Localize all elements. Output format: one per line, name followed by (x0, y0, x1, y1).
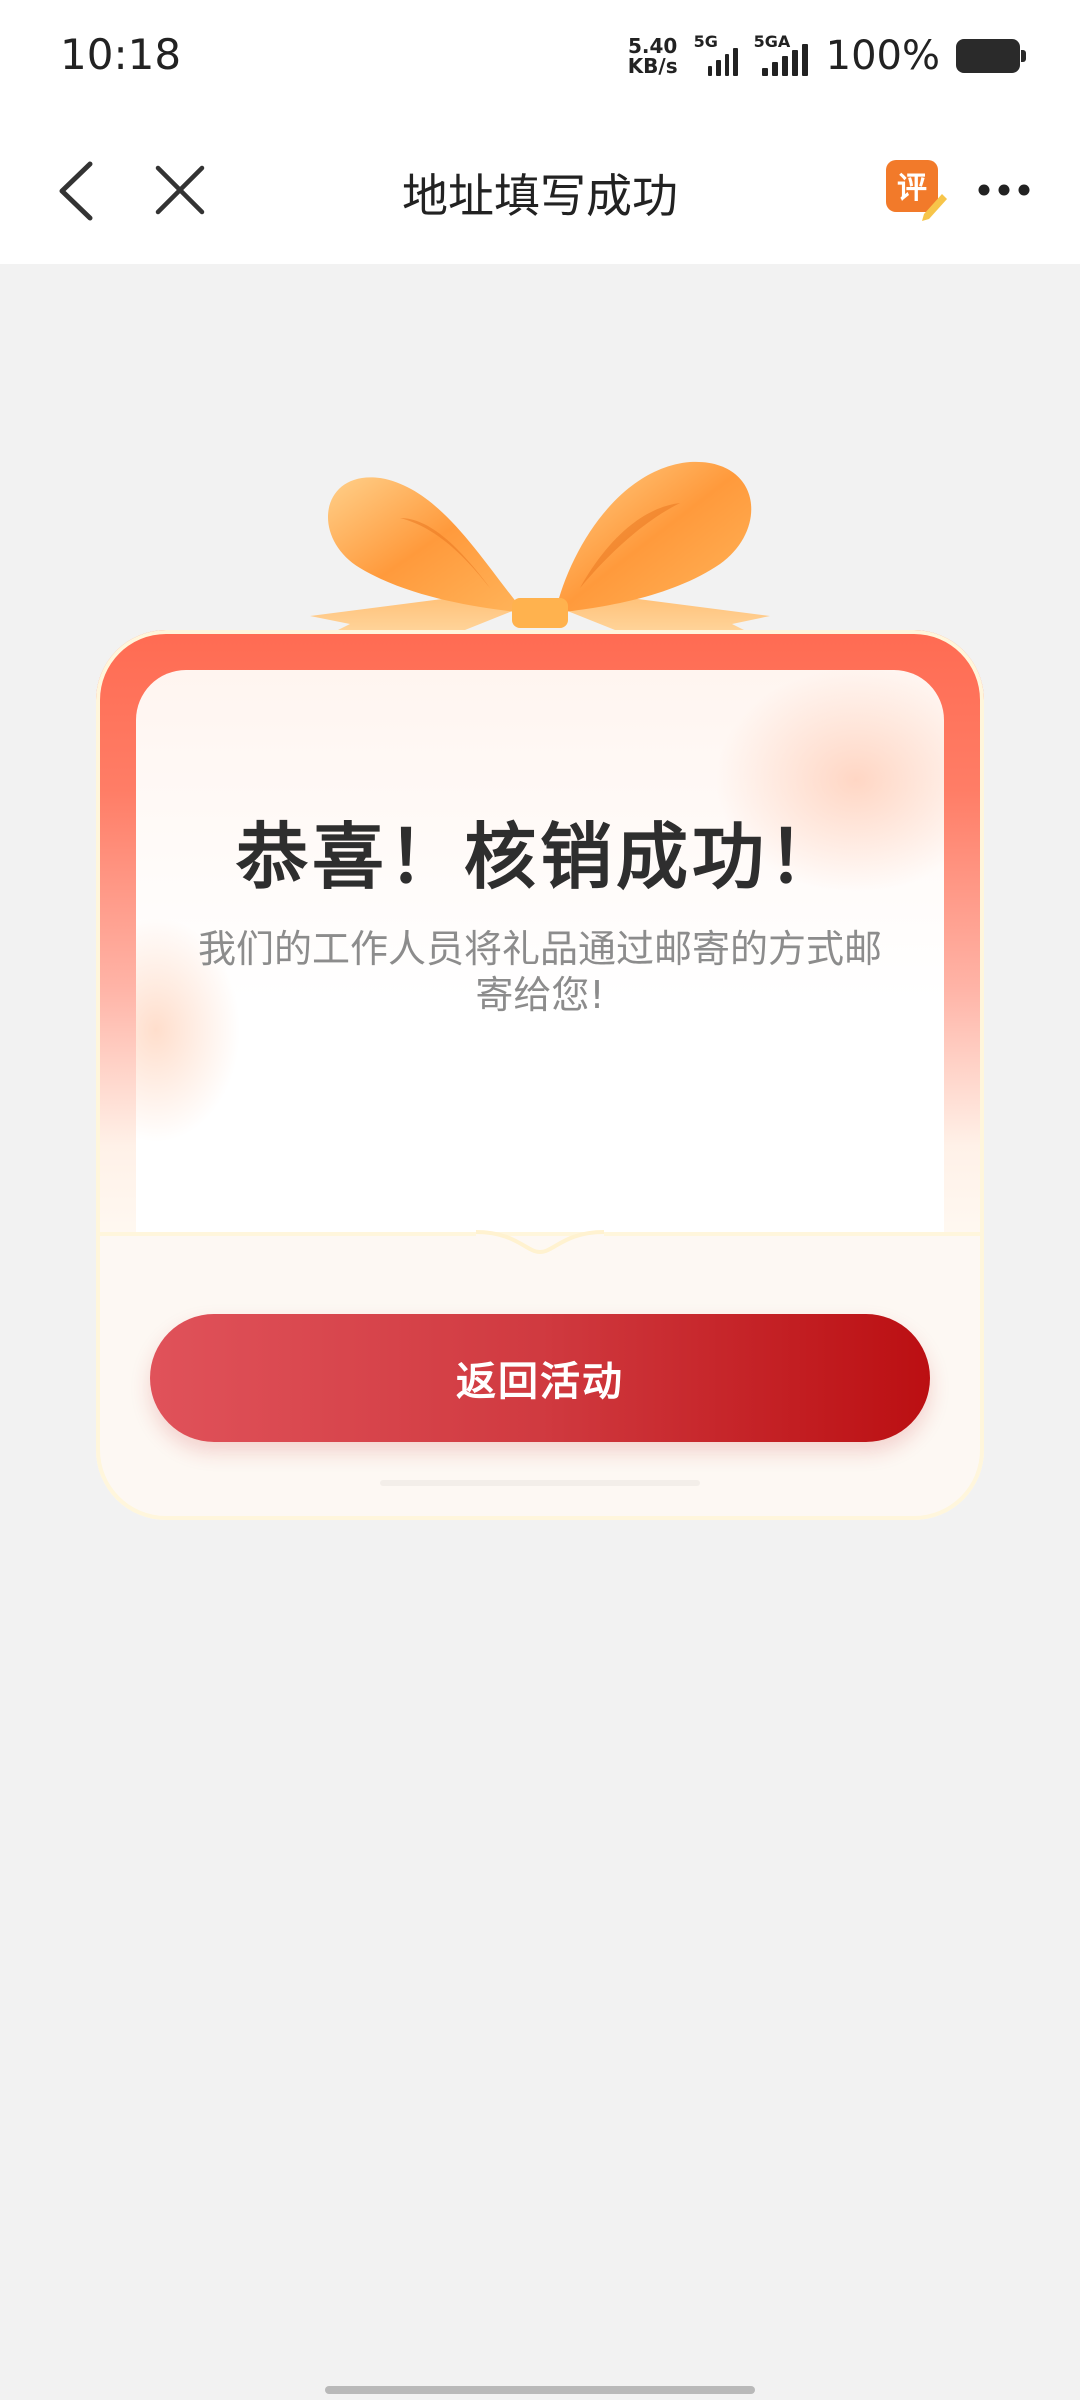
network-speed: 5.40 KB/s (628, 36, 678, 76)
card-divider (380, 1480, 700, 1486)
rate-button[interactable]: 评 (884, 158, 948, 222)
card-notch (476, 1230, 604, 1254)
battery-icon (956, 39, 1026, 73)
card-title: 恭喜！核销成功！ (235, 815, 844, 899)
rate-label: 评 (897, 171, 927, 206)
gift-bow-icon (310, 461, 770, 636)
status-indicators: 5.40 KB/s 5G 5GA 100% (628, 32, 1026, 79)
return-to-activity-button[interactable]: 返回活动 (150, 1314, 930, 1442)
signal-sim1-icon: 5G (694, 32, 738, 76)
more-dots-icon (978, 184, 1030, 196)
network-speed-value: 5.40 (627, 34, 678, 58)
rate-pencil-icon: 评 (886, 160, 947, 221)
status-bar: 10:18 5.40 KB/s 5G 5GA 100% (0, 0, 1080, 116)
more-button[interactable] (976, 180, 1036, 200)
signal-sim2-icon: 5GA (754, 32, 810, 76)
status-time: 10:18 (60, 30, 182, 79)
home-indicator[interactable] (325, 2386, 755, 2394)
battery-percent: 100% (825, 33, 940, 79)
card-message: 我们的工作人员将礼品通过邮寄的方式邮寄给您! (197, 927, 882, 1017)
signal-sim2-label: 5GA (753, 32, 791, 51)
network-speed-unit: KB/s (627, 54, 678, 78)
signal-sim1-label: 5G (693, 32, 718, 51)
nav-bar: 地址填写成功 评 (0, 116, 1080, 264)
